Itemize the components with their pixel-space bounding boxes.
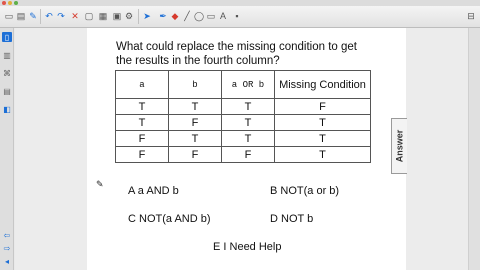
pen-icon[interactable]: ✎ [28,10,38,22]
gear-icon[interactable]: ⚙ [124,10,134,22]
table-cell: T [274,146,371,163]
question-text: What could replace the missing condition… [116,41,357,67]
header-b: b [168,70,222,99]
header-missing-condition: Missing Condition [274,70,371,99]
maximize-window-button[interactable] [14,1,18,5]
line-icon[interactable]: ╱ [182,10,192,22]
table-cell: T [115,114,169,131]
smartboard-window: ▭ ▤ ✎ ↶ ↷ ✕ ▢ ▦ ▣ ⚙ ➤ ✒ ◆ ╱ ◯ ▭ A ▪ ⊟ ▯ … [0,0,480,270]
table-cell: F [168,146,222,163]
toolbar: ▭ ▤ ✎ ↶ ↷ ✕ ▢ ▦ ▣ ⚙ ➤ ✒ ◆ ╱ ◯ ▭ A ▪ ⊟ [0,6,480,28]
answer-tab[interactable]: Answer [391,118,407,174]
properties-icon[interactable]: ▤ [2,86,12,96]
table-cell: F [115,146,169,163]
table-header-row: a b a OR b Missing Condition [115,70,371,99]
minimize-window-button[interactable] [8,1,12,5]
table-row: F T T T [115,130,371,147]
table-cell: T [221,114,275,131]
table-cell: T [168,130,222,147]
gallery-icon[interactable]: ▥ [2,50,12,60]
table-cell: F [221,146,275,163]
table-cell: T [168,98,222,115]
eraser-icon[interactable]: ◆ [170,10,180,22]
text-icon[interactable]: A [218,10,228,22]
page-sorter-icon[interactable]: ▯ [2,32,12,42]
canvas-margin-left [15,28,87,270]
choice-c[interactable]: C NOT(a AND b) [128,213,211,225]
table-cell: T [221,130,275,147]
attachments-icon[interactable]: ⌘ [2,68,12,78]
addons-icon[interactable]: ◧ [2,104,12,114]
header-a-or-b: a OR b [221,70,275,99]
table-cell: F [168,114,222,131]
answer-tab-label: Answer [394,129,405,163]
table-cell: F [274,98,371,115]
table-row: F F F T [115,146,371,163]
arrow-right-icon[interactable]: ⇨ [2,243,12,253]
fill-icon[interactable]: ▭ [206,10,216,22]
table-row: T T T F [115,98,371,115]
arrow-left-small-icon[interactable]: ◂ [2,256,12,266]
pen-cursor-icon: ✎ [96,179,104,189]
left-sidebar: ▯ ▥ ⌘ ▤ ◧ ⇦ ⇨ ◂ [0,28,14,270]
right-scrollbar[interactable] [468,28,480,270]
save-icon[interactable]: ▤ [16,10,26,22]
pen-tool-icon[interactable]: ✒ [158,10,168,22]
choice-a[interactable]: A a AND b [128,185,179,197]
table-cell: F [115,130,169,147]
table-row: T F T T [115,114,371,131]
delete-icon[interactable]: ✕ [70,10,80,22]
expand-icon[interactable]: ⊟ [466,10,476,22]
table-cell: T [274,130,371,147]
choice-b[interactable]: B NOT(a or b) [270,185,339,197]
redo-icon[interactable]: ↷ [56,10,66,22]
choice-d[interactable]: D NOT b [270,213,313,225]
table-cell: T [115,98,169,115]
choice-e[interactable]: E I Need Help [213,241,281,253]
arrow-left-icon[interactable]: ⇦ [2,230,12,240]
shape-icon[interactable]: ◯ [194,10,204,22]
header-a: a [115,70,169,99]
undo-icon[interactable]: ↶ [44,10,54,22]
truth-table: a b a OR b Missing Condition T T T F T F… [115,70,371,163]
screen-icon[interactable]: ▢ [84,10,94,22]
open-icon[interactable]: ▭ [4,10,14,22]
table-icon[interactable]: ▦ [98,10,108,22]
select-icon[interactable]: ➤ [142,10,152,22]
table-cell: T [274,114,371,131]
table-cell: T [221,98,275,115]
close-window-button[interactable] [2,1,6,5]
tools-icon[interactable]: ▣ [112,10,122,22]
color-icon[interactable]: ▪ [232,10,242,22]
